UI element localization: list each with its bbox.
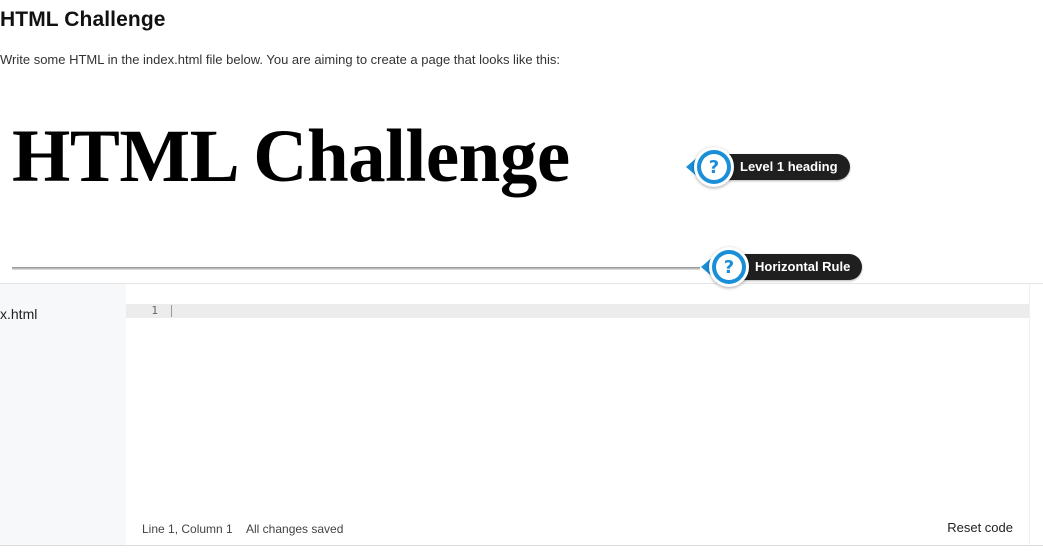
code-editor: x.html 1 Line 1, Column 1 All changes sa… [0,283,1043,545]
text-caret [171,305,172,317]
file-item-index-html[interactable]: x.html [0,306,37,322]
level-1-heading-callout[interactable]: ? Level 1 heading [686,147,850,187]
status-bar: Line 1, Column 1 All changes saved Reset… [126,520,1029,540]
divider [0,545,1043,546]
help-icon[interactable]: ? [709,247,749,287]
line-number: 1 [151,304,158,317]
instructions-text: Write some HTML in the index.html file b… [0,52,561,67]
callout-label: Horizontal Rule [733,254,863,280]
page-title: HTML Challenge [0,8,166,31]
editor-scrollbar[interactable] [1029,284,1043,545]
preview-horizontal-rule [12,267,700,270]
code-input-area[interactable]: 1 [126,284,1029,545]
callout-label: Level 1 heading [718,154,850,180]
cursor-position: Line 1, Column 1 [142,522,233,536]
target-preview-image: HTML Challenge ? Level 1 heading ? Horiz… [0,100,1043,287]
save-status: All changes saved [246,522,344,536]
active-code-line[interactable]: 1 [126,304,1029,318]
file-tree: x.html [0,284,126,545]
help-icon[interactable]: ? [694,147,734,187]
horizontal-rule-callout[interactable]: ? Horizontal Rule [701,247,863,287]
preview-heading: HTML Challenge [12,115,570,198]
reset-code-button[interactable]: Reset code [947,520,1013,535]
